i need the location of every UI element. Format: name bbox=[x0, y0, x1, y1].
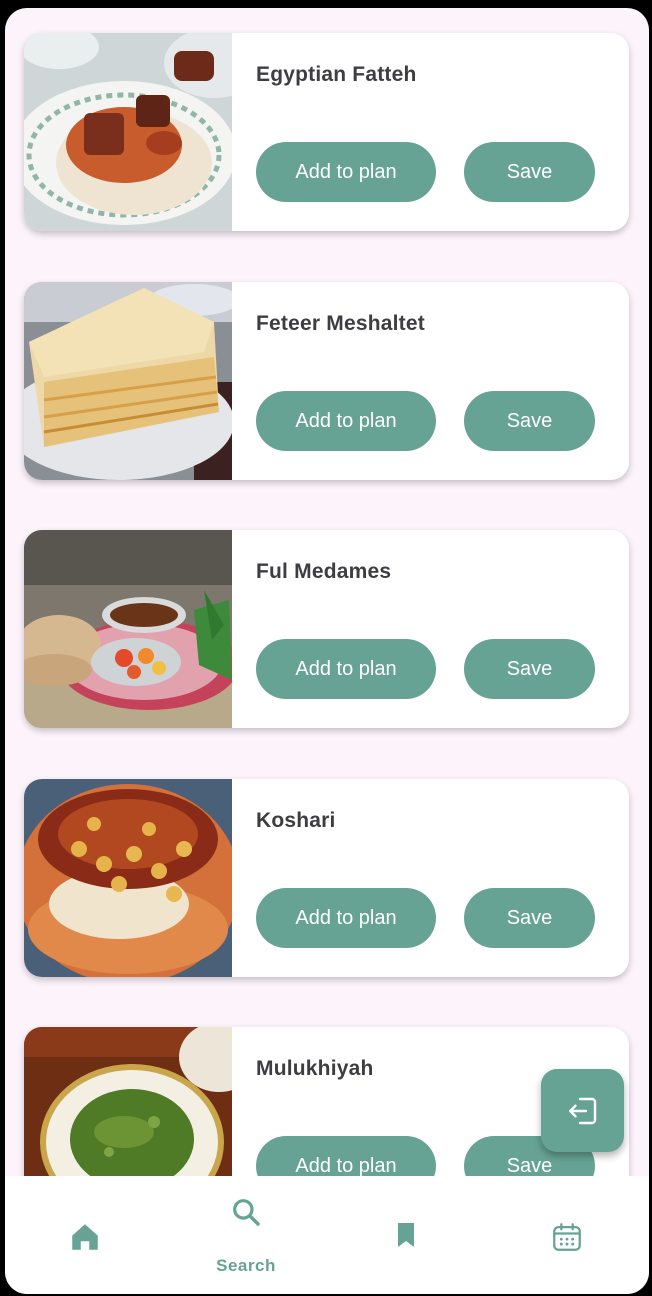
recipe-image-ful-medames bbox=[24, 530, 232, 728]
logout-icon bbox=[568, 1097, 596, 1124]
nav-saved[interactable] bbox=[346, 1176, 466, 1294]
nav-search-label: Search bbox=[216, 1256, 276, 1275]
recipe-card[interactable]: Mulukhiyah Add to plan Save bbox=[24, 1027, 629, 1178]
search-icon bbox=[233, 1199, 260, 1226]
calendar-icon bbox=[553, 1223, 581, 1251]
recipe-image-feteer bbox=[24, 282, 232, 480]
add-to-plan-button[interactable]: Add to plan bbox=[256, 639, 436, 699]
add-to-plan-button[interactable]: Add to plan bbox=[256, 391, 436, 451]
save-button[interactable]: Save bbox=[464, 142, 595, 202]
recipe-card[interactable]: Ful Medames Add to plan Save bbox=[24, 530, 629, 728]
bookmark-icon bbox=[398, 1223, 414, 1247]
home-icon bbox=[72, 1224, 98, 1250]
recipe-image-mulukhiyah bbox=[24, 1027, 232, 1178]
bottom-navigation: Search bbox=[5, 1176, 649, 1294]
recipe-card[interactable]: Egyptian Fatteh Add to plan Save bbox=[24, 33, 629, 231]
nav-home[interactable] bbox=[25, 1176, 145, 1294]
add-to-plan-button[interactable]: Add to plan bbox=[256, 1136, 436, 1178]
recipe-title: Koshari bbox=[256, 809, 336, 832]
recipe-list[interactable]: Egyptian Fatteh Add to plan Save Feteer … bbox=[5, 8, 649, 1178]
logout-button[interactable] bbox=[541, 1069, 624, 1152]
recipe-card[interactable]: Feteer Meshaltet Add to plan Save bbox=[24, 282, 629, 480]
recipe-image-fatteh bbox=[24, 33, 232, 231]
recipe-title: Egyptian Fatteh bbox=[256, 63, 417, 86]
save-button[interactable]: Save bbox=[464, 888, 595, 948]
app-screen: Egyptian Fatteh Add to plan Save Feteer … bbox=[5, 8, 649, 1294]
nav-plan[interactable] bbox=[507, 1176, 627, 1294]
recipe-title: Mulukhiyah bbox=[256, 1057, 374, 1080]
recipe-title: Ful Medames bbox=[256, 560, 392, 583]
recipe-card[interactable]: Koshari Add to plan Save bbox=[24, 779, 629, 977]
recipe-image-koshari bbox=[24, 779, 232, 977]
add-to-plan-button[interactable]: Add to plan bbox=[256, 888, 436, 948]
recipe-title: Feteer Meshaltet bbox=[256, 312, 425, 335]
save-button[interactable]: Save bbox=[464, 391, 595, 451]
nav-search[interactable]: Search bbox=[186, 1176, 306, 1294]
save-button[interactable]: Save bbox=[464, 639, 595, 699]
add-to-plan-button[interactable]: Add to plan bbox=[256, 142, 436, 202]
